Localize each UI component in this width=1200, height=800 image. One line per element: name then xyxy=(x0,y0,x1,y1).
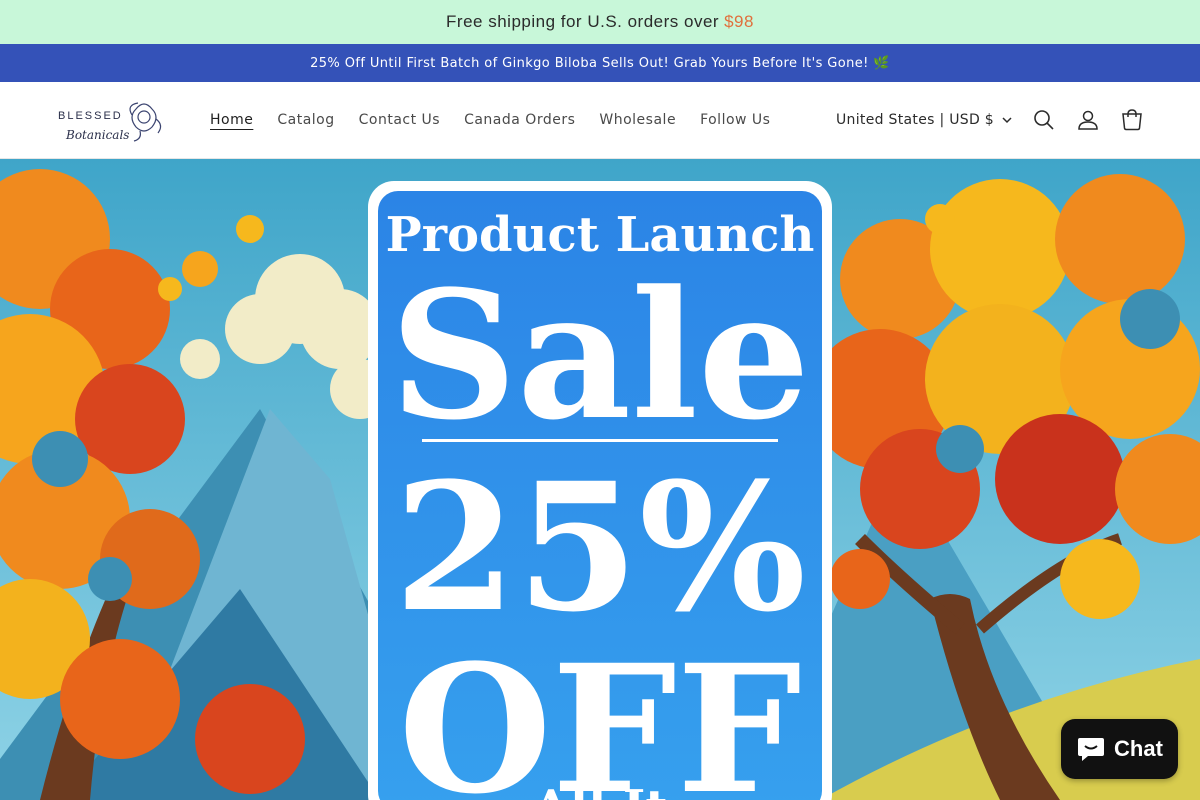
search-button[interactable] xyxy=(1022,98,1066,142)
cart-icon xyxy=(1122,109,1142,131)
country-selector-label: United States | USD $ xyxy=(836,112,994,128)
cart-button[interactable] xyxy=(1110,98,1154,142)
nav-follow-us[interactable]: Follow Us xyxy=(700,112,770,128)
hero-line2: Sale xyxy=(390,252,810,459)
announcement-text: 25% Off Until First Batch of Ginkgo Bilo… xyxy=(310,55,890,71)
hero-illustration: Product Launch Sale 25% OFF All It xyxy=(0,159,1200,800)
search-icon xyxy=(1034,110,1054,130)
site-header: BLESSED Botanicals Home Catalog Contact … xyxy=(0,82,1200,159)
nav-catalog[interactable]: Catalog xyxy=(277,112,334,128)
logo[interactable]: BLESSED Botanicals xyxy=(56,96,166,144)
free-shipping-bar: Free shipping for U.S. orders over $98 xyxy=(0,0,1200,44)
main-nav: Home Catalog Contact Us Canada Orders Wh… xyxy=(198,112,782,128)
announcement-bar: 25% Off Until First Batch of Ginkgo Bilo… xyxy=(0,44,1200,82)
logo-line2: Botanicals xyxy=(65,128,129,142)
hero-line5: All It xyxy=(531,780,667,800)
chat-bubble-icon xyxy=(1078,738,1105,761)
hero-line4: OFF xyxy=(398,626,801,800)
logo-line1: BLESSED xyxy=(58,110,123,122)
chat-label: Chat xyxy=(1114,736,1163,761)
nav-wholesale[interactable]: Wholesale xyxy=(599,112,676,128)
country-selector[interactable]: United States | USD $ xyxy=(836,112,1012,128)
nav-contact-us[interactable]: Contact Us xyxy=(359,112,440,128)
hero-line3: 25% xyxy=(394,444,806,651)
hero-banner[interactable]: Product Launch Sale 25% OFF All It xyxy=(0,159,1200,800)
header-actions: United States | USD $ xyxy=(836,98,1154,142)
nav-home[interactable]: Home xyxy=(210,112,253,128)
free-shipping-text: Free shipping for U.S. orders over xyxy=(446,12,720,31)
chevron-down-icon xyxy=(1002,116,1012,123)
nav-canada-orders[interactable]: Canada Orders xyxy=(464,112,575,128)
account-icon xyxy=(1078,110,1098,130)
account-button[interactable] xyxy=(1066,98,1110,142)
chat-button[interactable]: Chat xyxy=(1061,719,1178,779)
free-shipping-price: $98 xyxy=(724,12,754,31)
